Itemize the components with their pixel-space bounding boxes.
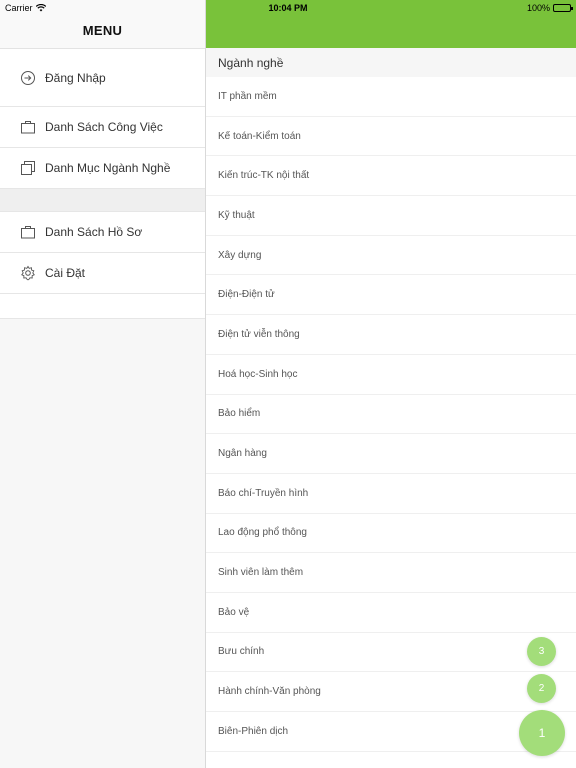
fab-button-1[interactable]: 1	[519, 710, 565, 756]
battery-indicator: 100%	[526, 3, 573, 13]
category-row[interactable]: Điện-Điện tử	[206, 275, 576, 316]
section-title: Ngành nghề	[218, 55, 284, 70]
category-label: Biên-Phiên dịch	[218, 725, 289, 737]
category-label: Lao động phổ thông	[218, 527, 307, 539]
status-bar: Carrier 10:04 PM 100%	[0, 0, 576, 16]
category-row[interactable]: Sinh viên làm thêm	[206, 553, 576, 593]
menu-item-label: Cài Đặt	[45, 266, 86, 280]
main-content: Ngành nghề IT phần mềm Kế toán-Kiểm toán…	[206, 0, 576, 768]
menu-item-label: Đăng Nhập	[45, 70, 106, 85]
menu-empty-row	[0, 294, 205, 319]
menu-separator	[0, 189, 205, 212]
category-row[interactable]: IT phần mềm	[206, 77, 576, 117]
category-row[interactable]: Kế toán-Kiểm toán	[206, 117, 576, 157]
menu-item-profile-list[interactable]: Danh Sách Hồ Sơ	[0, 212, 205, 253]
category-row[interactable]: Báo chí-Truyền hình	[206, 474, 576, 514]
fab-button-2[interactable]: 2	[527, 674, 556, 703]
menu-item-job-list[interactable]: Danh Sách Công Việc	[0, 107, 205, 148]
side-menu: MENU Đăng Nhập Danh Sách Công Việc Danh …	[0, 0, 206, 768]
menu-title: MENU	[82, 23, 123, 38]
fab-button-3[interactable]: 3	[527, 637, 556, 666]
menu-item-category-list[interactable]: Danh Mục Ngành Nghề	[0, 148, 205, 189]
menu-item-login[interactable]: Đăng Nhập	[0, 49, 205, 107]
category-label: Kỹ thuật	[218, 209, 255, 221]
category-label: Hoá học-Sinh học	[218, 368, 298, 380]
category-label: Kiến trúc-TK nội thất	[218, 170, 310, 182]
category-list: IT phần mềm Kế toán-Kiểm toán Kiến trúc-…	[206, 77, 576, 752]
category-label: Xây dựng	[218, 249, 262, 261]
category-label: Ngân hàng	[218, 448, 267, 460]
category-row[interactable]: Kiến trúc-TK nội thất	[206, 156, 576, 197]
category-row[interactable]: Điện tử viễn thông	[206, 315, 576, 355]
briefcase-icon	[20, 224, 36, 240]
battery-icon	[553, 4, 573, 12]
category-row[interactable]: Bảo hiểm	[206, 395, 576, 435]
category-label: Hành chính-Văn phòng	[218, 686, 321, 698]
battery-percent: 100%	[526, 3, 550, 13]
briefcase-icon	[20, 119, 36, 135]
category-row[interactable]: Hoá học-Sinh học	[206, 355, 576, 395]
category-row[interactable]: Bảo vệ	[206, 593, 576, 633]
category-label: Báo chí-Truyền hình	[218, 487, 309, 499]
category-row[interactable]: Kỹ thuật	[206, 196, 576, 236]
category-label: Điện tử viễn thông	[218, 328, 300, 340]
category-label: Bảo vệ	[218, 606, 250, 618]
menu-item-label: Danh Sách Công Việc	[45, 120, 163, 134]
copy-icon	[20, 160, 36, 176]
category-row[interactable]: Lao động phổ thông	[206, 514, 576, 554]
category-label: Kế toán-Kiểm toán	[218, 130, 301, 142]
menu-item-label: Danh Mục Ngành Nghề	[45, 161, 171, 175]
gear-icon	[20, 265, 36, 281]
category-label: Sinh viên làm thêm	[218, 567, 304, 579]
status-time: 10:04 PM	[268, 3, 308, 13]
category-label: Bảo hiểm	[218, 408, 261, 420]
category-label: Bưu chính	[218, 646, 265, 658]
category-row[interactable]: Hành chính-Văn phòng	[206, 672, 576, 712]
category-row[interactable]: Ngân hàng	[206, 434, 576, 474]
menu-item-label: Danh Sách Hồ Sơ	[45, 225, 143, 239]
category-row[interactable]: Xây dựng	[206, 236, 576, 276]
menu-item-settings[interactable]: Cài Đặt	[0, 253, 205, 294]
category-row[interactable]: Bưu chính	[206, 633, 576, 673]
login-icon	[20, 70, 36, 86]
section-header: Ngành nghề	[206, 48, 576, 77]
category-label: IT phần mềm	[218, 90, 277, 102]
category-label: Điện-Điện tử	[218, 289, 275, 301]
